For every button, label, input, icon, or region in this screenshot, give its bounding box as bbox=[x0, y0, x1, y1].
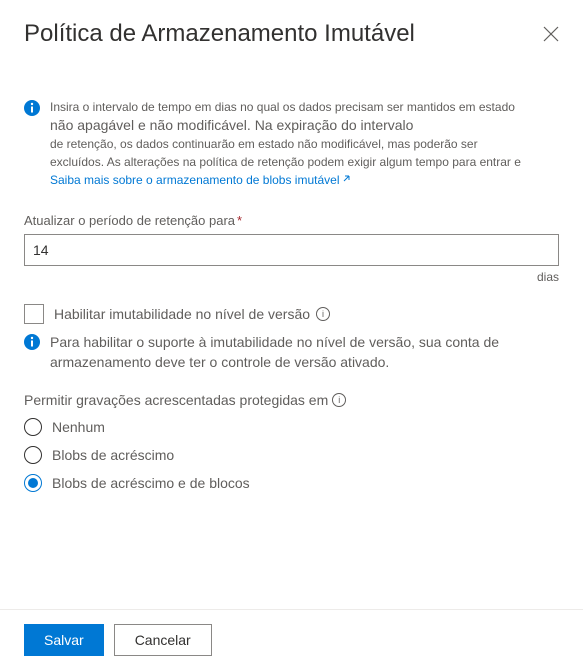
info-block: Insira o intervalo de tempo em dias no q… bbox=[24, 98, 559, 189]
radio-icon bbox=[24, 446, 42, 464]
help-icon[interactable]: i bbox=[316, 307, 330, 321]
retention-input[interactable] bbox=[24, 234, 559, 266]
external-link-icon bbox=[343, 174, 353, 184]
retention-label: Atualizar o período de retenção para * bbox=[24, 213, 559, 228]
info-line2: não apagável e não modificável. Na expir… bbox=[50, 117, 413, 133]
radio-option-none[interactable]: Nenhum bbox=[24, 418, 559, 436]
save-button[interactable]: Salvar bbox=[24, 624, 104, 656]
radio-label-append: Blobs de acréscimo bbox=[52, 447, 174, 463]
close-icon bbox=[543, 26, 559, 42]
required-asterisk: * bbox=[237, 213, 242, 228]
info-line3: de retenção, os dados continuarão em est… bbox=[50, 137, 478, 151]
radio-option-append-block[interactable]: Blobs de acréscimo e de blocos bbox=[24, 474, 559, 492]
cancel-button[interactable]: Cancelar bbox=[114, 624, 212, 656]
info-icon bbox=[24, 100, 40, 116]
radio-icon bbox=[24, 418, 42, 436]
info-link[interactable]: Saiba mais sobre o armazenamento de blob… bbox=[50, 173, 340, 187]
info-line1: Insira o intervalo de tempo em dias no q… bbox=[50, 100, 515, 114]
version-immutability-help-text: Para habilitar o suporte à imutabilidade… bbox=[50, 332, 559, 372]
radio-option-append[interactable]: Blobs de acréscimo bbox=[24, 446, 559, 464]
info-icon bbox=[24, 334, 40, 350]
version-immutability-help: Para habilitar o suporte à imutabilidade… bbox=[24, 332, 559, 372]
help-icon[interactable]: i bbox=[332, 393, 346, 407]
radio-icon-selected bbox=[24, 474, 42, 492]
radio-label-append-block: Blobs de acréscimo e de blocos bbox=[52, 475, 250, 491]
radio-label-none: Nenhum bbox=[52, 419, 105, 435]
page-title: Política de Armazenamento Imutável bbox=[24, 20, 415, 48]
close-button[interactable] bbox=[543, 26, 559, 42]
info-line4: excluídos. As alterações na política de … bbox=[50, 155, 521, 169]
retention-unit: dias bbox=[24, 270, 559, 284]
version-immutability-label: Habilitar imutabilidade no nível de vers… bbox=[54, 306, 310, 322]
append-writes-group-label: Permitir gravações acrescentadas protegi… bbox=[24, 392, 328, 408]
version-immutability-checkbox[interactable] bbox=[24, 304, 44, 324]
